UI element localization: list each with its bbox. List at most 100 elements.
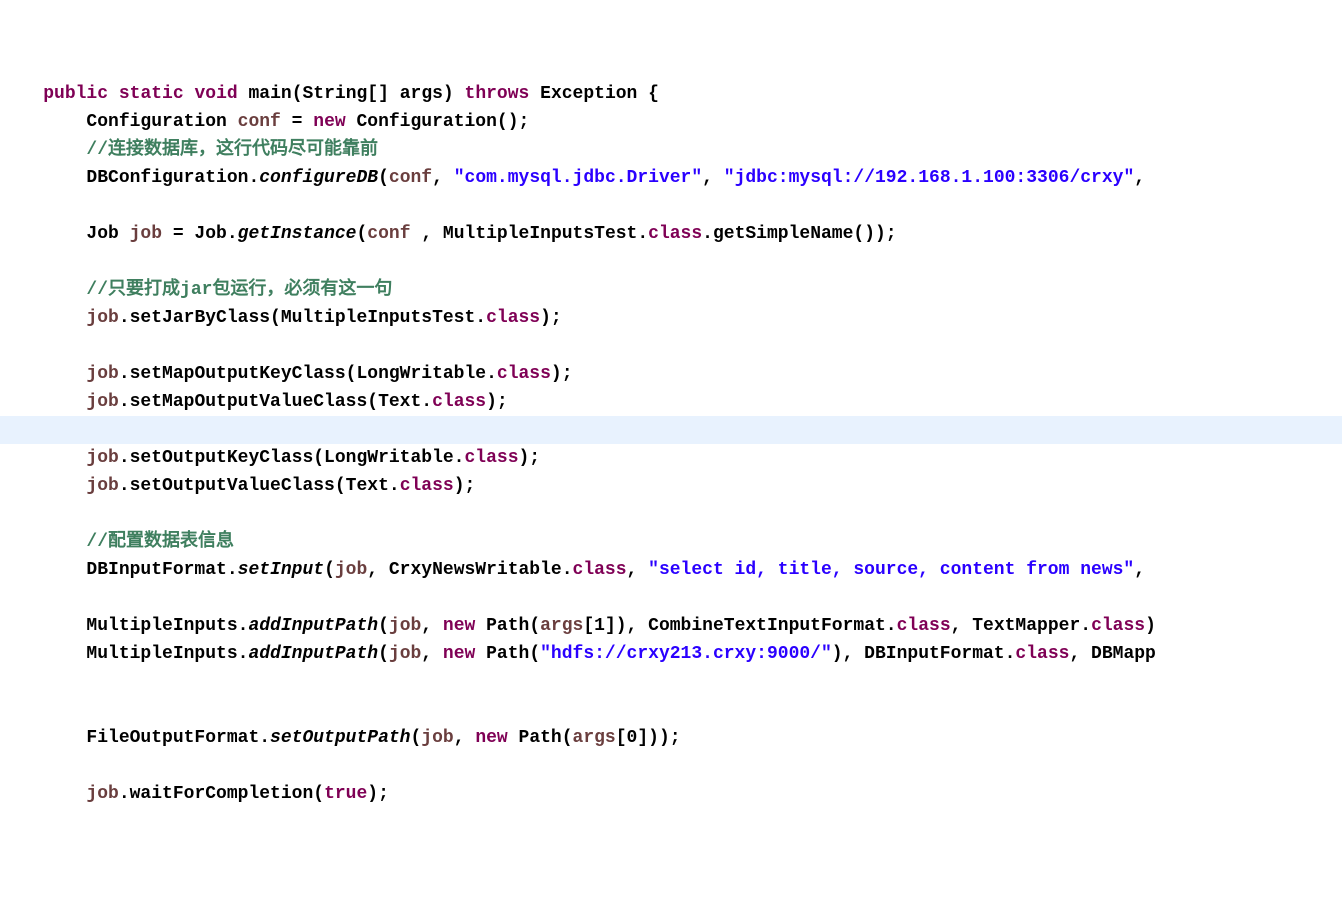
code-token: class — [497, 364, 551, 384]
code-line[interactable]: public static void main(String[] args) t… — [0, 80, 1342, 108]
code-line[interactable]: MultipleInputs.addInputPath(job, new Pat… — [0, 612, 1342, 640]
code-token: , — [702, 168, 724, 188]
code-token: new — [443, 644, 475, 664]
code-line[interactable]: DBConfiguration.configureDB(conf, "com.m… — [0, 164, 1342, 192]
code-token: job — [86, 364, 118, 384]
code-line[interactable] — [0, 696, 1342, 724]
code-token: job — [86, 308, 118, 328]
code-token: job — [389, 616, 421, 636]
code-token: public — [43, 84, 108, 104]
code-line[interactable]: job.setOutputValueClass(Text.class); — [0, 472, 1342, 500]
code-token — [0, 392, 86, 412]
code-token: "jdbc:mysql://192.168.1.100:3306/crxy" — [724, 168, 1134, 188]
code-token: args — [573, 728, 616, 748]
code-token: job — [389, 644, 421, 664]
code-token: job — [130, 224, 162, 244]
code-token: job — [86, 784, 118, 804]
code-token: ( — [378, 168, 389, 188]
code-token — [0, 672, 86, 692]
code-token: class — [573, 560, 627, 580]
code-token — [0, 420, 86, 440]
code-token — [0, 476, 86, 496]
code-token: class — [1015, 644, 1069, 664]
code-token: setInput — [238, 560, 324, 580]
code-token — [108, 84, 119, 104]
code-line[interactable] — [0, 668, 1342, 696]
code-token: = Job. — [162, 224, 238, 244]
code-token — [0, 532, 86, 552]
code-token: Configuration — [0, 112, 238, 132]
code-token: class — [648, 224, 702, 244]
code-token: .setJarByClass(MultipleInputsTest. — [119, 308, 486, 328]
code-token: class — [1091, 616, 1145, 636]
code-line[interactable] — [0, 192, 1342, 220]
code-token — [0, 308, 86, 328]
code-line[interactable]: job.setOutputKeyClass(LongWritable.class… — [0, 444, 1342, 472]
code-token: , — [627, 560, 649, 580]
code-token: Path( — [508, 728, 573, 748]
code-line[interactable]: job.setMapOutputKeyClass(LongWritable.cl… — [0, 360, 1342, 388]
code-token: Job — [0, 224, 130, 244]
code-line[interactable] — [0, 584, 1342, 612]
code-token — [184, 84, 195, 104]
code-token: addInputPath — [248, 644, 378, 664]
code-token — [0, 448, 86, 468]
code-token: DBConfiguration. — [0, 168, 259, 188]
code-token — [0, 140, 86, 160]
code-token: ( — [324, 560, 335, 580]
code-token: , — [432, 168, 454, 188]
code-token: .setOutputKeyClass(LongWritable. — [119, 448, 465, 468]
code-line[interactable]: job.setJarByClass(MultipleInputsTest.cla… — [0, 304, 1342, 332]
code-token: ) — [1145, 616, 1156, 636]
code-line[interactable] — [0, 500, 1342, 528]
code-editor[interactable]: public static void main(String[] args) t… — [0, 80, 1342, 808]
code-token — [0, 588, 86, 608]
code-line[interactable] — [0, 248, 1342, 276]
code-token: configureDB — [259, 168, 378, 188]
code-token: , — [1134, 560, 1145, 580]
code-token: job — [86, 476, 118, 496]
code-token — [0, 700, 86, 720]
code-line[interactable] — [0, 416, 1342, 444]
code-line[interactable]: job.setMapOutputValueClass(Text.class); — [0, 388, 1342, 416]
code-token: "com.mysql.jdbc.Driver" — [454, 168, 702, 188]
code-token: MultipleInputs. — [0, 644, 248, 664]
code-line[interactable]: Configuration conf = new Configuration()… — [0, 108, 1342, 136]
code-token: //配置数据表信息 — [86, 532, 234, 552]
code-token: Exception { — [529, 84, 659, 104]
code-token: ( — [410, 728, 421, 748]
code-token: void — [194, 84, 237, 104]
code-token: FileOutputFormat. — [0, 728, 270, 748]
code-token: ); — [540, 308, 562, 328]
code-line[interactable]: job.waitForCompletion(true); — [0, 780, 1342, 808]
code-token: addInputPath — [248, 616, 378, 636]
code-line[interactable]: DBInputFormat.setInput(job, CrxyNewsWrit… — [0, 556, 1342, 584]
code-token: , — [421, 644, 443, 664]
code-token: new — [475, 728, 507, 748]
code-token: , — [1134, 168, 1145, 188]
code-token: class — [464, 448, 518, 468]
code-line[interactable] — [0, 752, 1342, 780]
code-line[interactable]: FileOutputFormat.setOutputPath(job, new … — [0, 724, 1342, 752]
code-token: job — [86, 392, 118, 412]
code-line[interactable] — [0, 332, 1342, 360]
code-token: ); — [486, 392, 508, 412]
code-line[interactable]: MultipleInputs.addInputPath(job, new Pat… — [0, 640, 1342, 668]
code-token: , — [454, 728, 476, 748]
code-token: , TextMapper. — [951, 616, 1091, 636]
code-token: .getSimpleName()); — [702, 224, 896, 244]
code-token: main(String[] args) — [238, 84, 465, 104]
code-token: .setMapOutputValueClass(Text. — [119, 392, 432, 412]
code-token: job — [421, 728, 453, 748]
code-line[interactable]: //配置数据表信息 — [0, 528, 1342, 556]
code-token — [0, 280, 86, 300]
code-token: , — [421, 616, 443, 636]
code-token: ( — [378, 616, 389, 636]
code-token: MultipleInputs. — [0, 616, 248, 636]
code-token — [0, 196, 86, 216]
code-line[interactable]: Job job = Job.getInstance(conf , Multipl… — [0, 220, 1342, 248]
code-token: args — [540, 616, 583, 636]
code-line[interactable]: //连接数据库，这行代码尽可能靠前 — [0, 136, 1342, 164]
code-line[interactable]: //只要打成jar包运行，必须有这一句 — [0, 276, 1342, 304]
code-token: throws — [465, 84, 530, 104]
